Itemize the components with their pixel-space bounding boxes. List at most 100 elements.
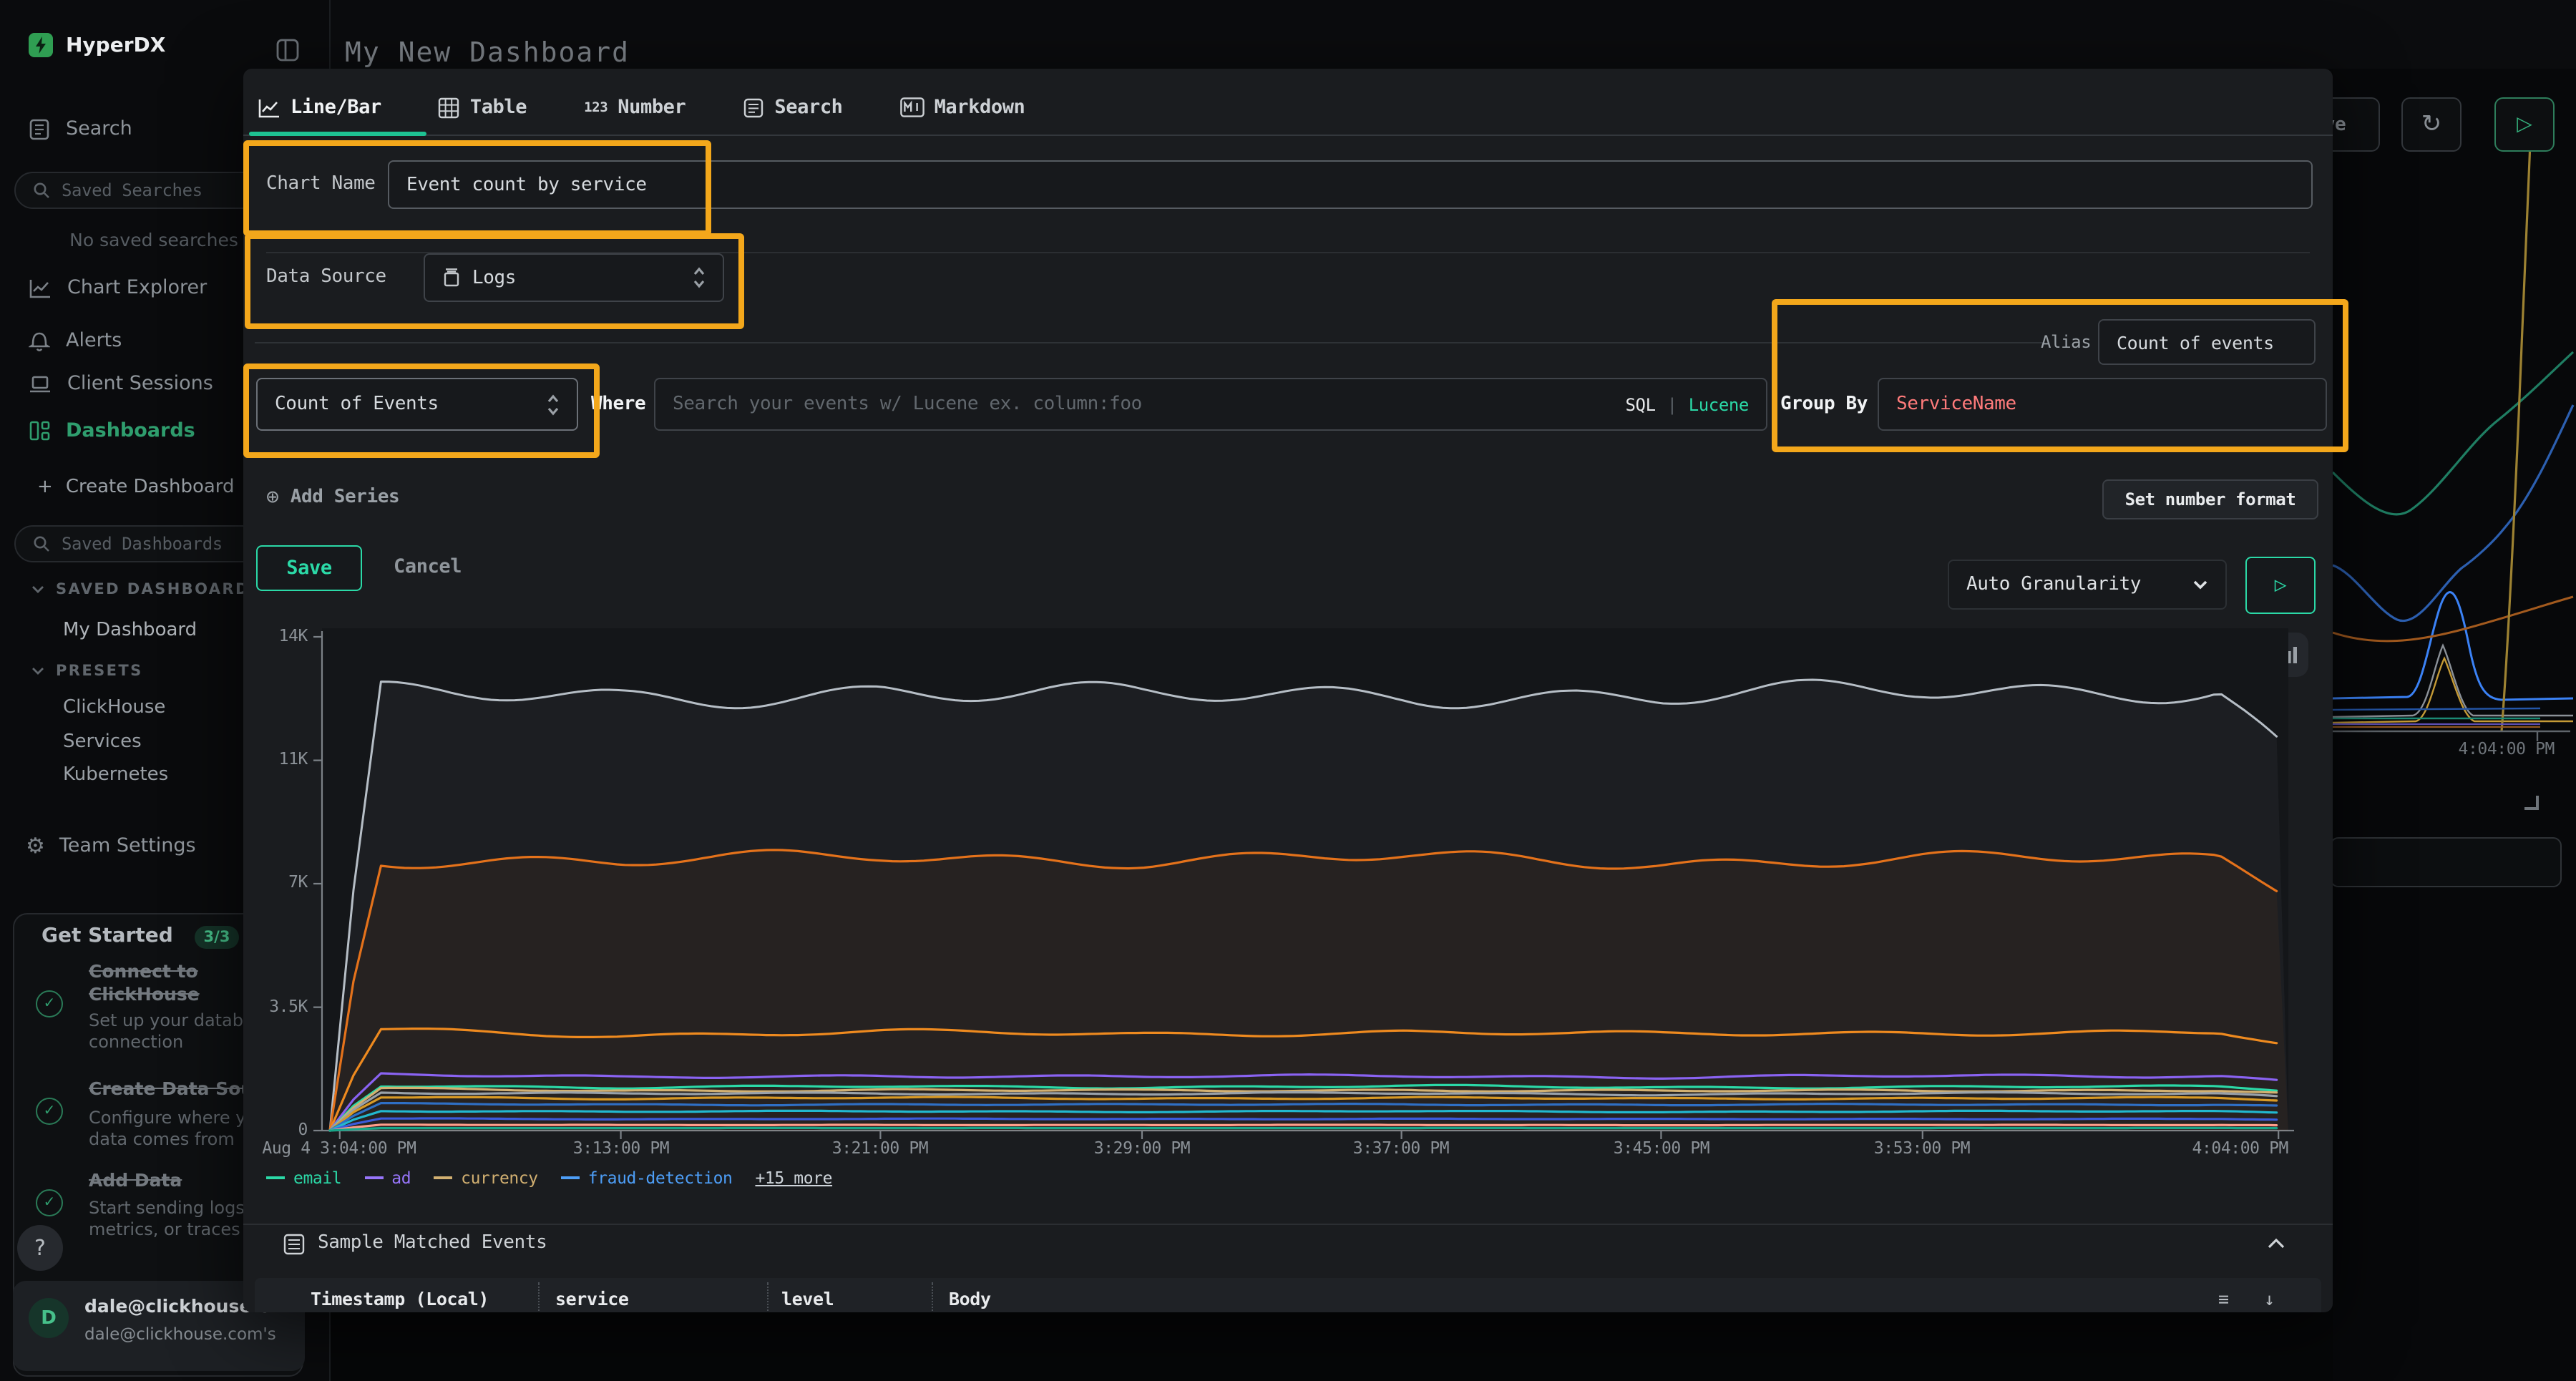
saved-dashboards-section-header[interactable]: SAVED DASHBOARDS [31,581,262,598]
legend-more-label: +15 more [755,1168,832,1188]
resize-handle-icon[interactable] [2524,796,2539,810]
brand-name: HyperDX [66,34,165,57]
sidebar-item-clickhouse[interactable]: ClickHouse [63,697,165,718]
sidebar-item-alerts[interactable]: Alerts [29,329,122,352]
download-icon[interactable]: ↓ [2264,1288,2275,1309]
help-button[interactable]: ? [17,1225,63,1271]
chart-line-icon [258,97,280,118]
user-email: dale@clickhouse.com's [84,1324,296,1344]
number-icon: 123 [584,99,608,115]
set-number-format-label: Set number format [2125,489,2296,509]
column-separator [932,1282,933,1312]
create-dashboard-button[interactable]: + Create Dashboard [37,477,235,498]
save-button[interactable]: Save [256,545,362,591]
get-started-title: Get Started [42,924,173,947]
tab-table[interactable]: Table [439,96,527,119]
list-icon [283,1234,305,1255]
x-tick-label: 3:53:00 PM [1836,1138,2008,1158]
column-header[interactable]: service [555,1288,629,1309]
doc-list-icon [743,97,764,118]
sidebar-item-search[interactable]: Search [29,117,132,140]
lang-divider: | [1667,394,1677,414]
sidebar-item-team-settings[interactable]: ⚙ Team Settings [26,833,196,859]
where-input[interactable]: Search your events w/ Lucene ex. column:… [654,378,1767,431]
legend-item[interactable]: ad [364,1168,411,1188]
x-tick-label: Aug 4 3:04:00 PM [253,1138,425,1158]
tab-label: Markdown [935,96,1025,119]
x-tick-label: 3:13:00 PM [535,1138,707,1158]
cancel-button[interactable]: Cancel [394,545,462,588]
refresh-icon: ↻ [2421,110,2442,139]
create-dashboard-label: Create Dashboard [66,477,235,498]
refresh-button[interactable]: ↻ [2401,97,2462,152]
add-series-button[interactable]: ⊕ Add Series [266,484,399,509]
filter-icon[interactable]: ≡ [2218,1288,2229,1309]
dashboards-grid-icon [29,419,50,442]
legend-item[interactable]: email [266,1168,341,1188]
annotation-aggregation [243,363,600,458]
column-header[interactable]: Timestamp (Local) [311,1288,489,1309]
sidebar-item-label: Search [66,117,132,140]
brand[interactable]: HyperDX [29,33,165,57]
check-circle-icon: ✓ [36,1098,63,1125]
line-chart[interactable] [243,627,2331,1156]
search-icon [33,535,50,552]
saved-searches-placeholder: Saved Searches [62,180,203,200]
where-placeholder: Search your events w/ Lucene ex. column:… [673,394,1142,415]
section-label: SAVED DASHBOARDS [56,581,262,598]
x-tick-label: 3:29:00 PM [1056,1138,1228,1158]
legend-swatch [561,1176,580,1179]
sidebar-item-client-sessions[interactable]: Client Sessions [29,372,213,395]
chevron-up-icon[interactable] [2267,1238,2285,1249]
legend-swatch [434,1176,452,1179]
legend-swatch [266,1176,285,1179]
column-header[interactable]: Body [949,1288,991,1309]
get-started-badge: 3/3 [195,926,239,949]
hyperdx-logo-icon [29,33,53,57]
x-tick-label: 4:04:00 PM [2114,1138,2288,1158]
sidebar-item-dashboards[interactable]: Dashboards [29,419,195,442]
team-settings-label: Team Settings [59,834,196,857]
legend-item[interactable]: fraud-detection [561,1168,733,1188]
granularity-select[interactable]: Auto Granularity [1948,560,2227,610]
active-tab-underline [249,132,426,136]
presets-section-header[interactable]: PRESETS [31,663,143,680]
legend-show-more[interactable]: +15 more [755,1168,832,1188]
annotation-group-by [1772,299,2348,452]
chart-line-icon [29,277,52,298]
sidebar-item-my-dashboard[interactable]: My Dashboard [63,620,197,641]
lang-sql-toggle[interactable]: SQL [1625,394,1655,414]
run-query-button[interactable]: ▷ [2245,557,2316,614]
sidebar-item-kubernetes[interactable]: Kubernetes [63,764,168,786]
section-label: PRESETS [56,663,143,680]
tab-markdown[interactable]: Markdown [900,96,1025,119]
checklist-item-title[interactable]: Add Data [89,1169,182,1191]
set-number-format-button[interactable]: Set number format [2102,479,2318,519]
tab-search[interactable]: Search [743,96,842,119]
sidebar-item-services[interactable]: Services [63,731,142,753]
legend-swatch [364,1176,383,1179]
collapse-sidebar-icon[interactable] [276,39,299,62]
laptop-icon [29,373,52,394]
legend-item[interactable]: currency [434,1168,538,1188]
tab-label: Search [774,96,842,119]
lang-lucene-toggle[interactable]: Lucene [1689,394,1749,414]
doc-list-icon [29,118,50,140]
tabs-baseline [243,135,2333,136]
tab-line-bar[interactable]: Line/Bar [258,96,381,119]
background-chart-x-label: 4:04:00 PM [2333,738,2555,758]
legend-label: currency [461,1168,538,1188]
tab-number[interactable]: 123 Number [584,96,686,119]
saved-dashboards-placeholder: Saved Dashboards [62,534,223,554]
background-chart [2333,114,2576,761]
background-input[interactable] [2330,837,2562,887]
chevron-down-icon [2192,580,2208,590]
column-separator [538,1282,540,1312]
column-separator [767,1282,769,1312]
sidebar-item-chart-explorer[interactable]: Chart Explorer [29,276,207,299]
column-header[interactable]: level [781,1288,834,1309]
check-circle-icon: ✓ [36,1189,63,1216]
checklist-item-title[interactable]: Connect to ClickHouse [89,960,239,1006]
run-dashboard-button[interactable]: ▷ [2494,97,2555,152]
app-background: My New Dashboard 4:04:00 PM ve ↻ ▷ [0,0,2576,1381]
